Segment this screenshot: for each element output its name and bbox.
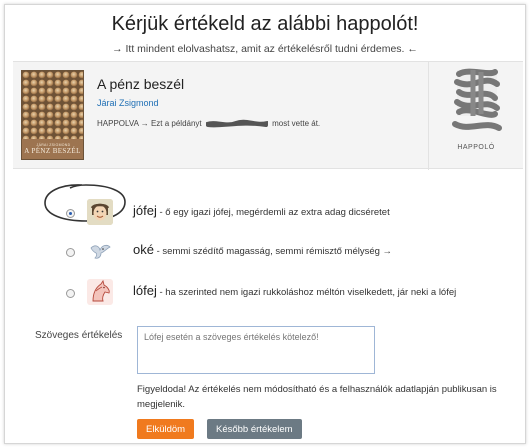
happolva-text: HAPPOLVA → Ezt a példányt most vette át.	[97, 119, 320, 129]
publicity-warning: Figyeldoda! Az értékelés nem módosítható…	[137, 384, 497, 410]
happolo-panel: HAPPOLÓ	[428, 62, 523, 170]
option-text-oke: oké - semmi szédítő magasság, semmi rémi…	[133, 242, 392, 257]
radio-jofej[interactable]	[66, 209, 75, 218]
rating-option-lofej[interactable]: lófej - ha szerinted nem igazi rukkolásh…	[5, 276, 525, 312]
hand-drawn-circle	[44, 184, 126, 222]
book-author-link[interactable]: Járai Zsigmond	[97, 98, 159, 108]
bird-icon	[87, 238, 113, 264]
text-review-input[interactable]	[137, 326, 375, 374]
happolo-label: HAPPOLÓ	[457, 144, 495, 151]
rating-option-oke[interactable]: oké - semmi szédítő magasság, semmi rémi…	[5, 235, 525, 271]
happolva-suffix: most vette át.	[272, 119, 321, 129]
radio-oke[interactable]	[66, 248, 75, 257]
option-desc-oke: - semmi szédítő magasság, semmi rémisztő…	[153, 246, 393, 257]
radio-lofej[interactable]	[66, 289, 75, 298]
redacted-avatar-scribble[interactable]	[429, 62, 524, 142]
page-title: Kérjük értékeld az alábbi happolót!	[111, 13, 419, 35]
horse-head-icon	[87, 279, 113, 305]
smiling-face-icon	[87, 199, 113, 225]
rating-option-jofej[interactable]: jófej - ő egy igazi jófej, megérdemli az…	[5, 184, 525, 231]
rating-info-link[interactable]: → Itt mindent elolvashatsz, amit az érté…	[5, 43, 525, 55]
cover-title: A PÉNZ BESZÉL	[24, 147, 81, 155]
option-text-lofej: lófej - ha szerinted nem igazi rukkolásh…	[133, 283, 456, 298]
option-label-oke: oké	[133, 242, 154, 257]
option-label-jofej: jófej	[133, 203, 157, 218]
redacted-username-scribble	[205, 119, 268, 128]
text-review-label: Szöveges értékelés	[35, 330, 123, 341]
rating-dialog: Kérjük értékeld az alábbi happolót! → It…	[4, 4, 526, 444]
option-label-lofej: lófej	[133, 283, 157, 298]
option-desc-jofej: - ő egy igazi jófej, megérdemli az extra…	[156, 207, 390, 218]
rate-later-button[interactable]: Később értékelem	[207, 419, 302, 439]
book-panel: JÁRAI ZSIGMOND A PÉNZ BESZÉL A pénz besz…	[13, 61, 523, 170]
send-button[interactable]: Elküldöm	[137, 419, 195, 439]
option-desc-lofej: - ha szerinted nem igazi rukkoláshoz mél…	[156, 287, 457, 298]
coin-pattern	[22, 71, 83, 141]
happolva-prefix: HAPPOLVA → Ezt a példányt	[97, 119, 202, 129]
book-cover-image[interactable]: JÁRAI ZSIGMOND A PÉNZ BESZÉL	[21, 70, 84, 160]
book-title[interactable]: A pénz beszél	[97, 76, 184, 92]
option-text-jofej: jófej - ő egy igazi jófej, megérdemli az…	[133, 203, 390, 218]
